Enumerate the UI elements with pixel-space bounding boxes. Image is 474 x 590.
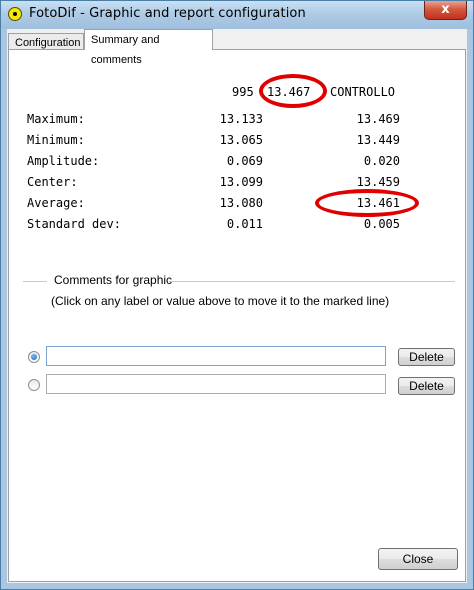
stat-value-2[interactable]: 13.459 bbox=[357, 175, 400, 189]
tab-configuration[interactable]: Configuration bbox=[8, 33, 84, 50]
comments-group-title: Comments for graphic bbox=[54, 273, 173, 287]
stat-value-1[interactable]: 13.080 bbox=[220, 196, 263, 210]
stat-label[interactable]: Amplitude: bbox=[27, 154, 99, 168]
stat-value-1[interactable]: 13.099 bbox=[220, 175, 263, 189]
comment-line-1-radio[interactable] bbox=[28, 351, 40, 363]
window-close-button[interactable]: x bbox=[424, 1, 467, 20]
stat-value-1[interactable]: 0.069 bbox=[227, 154, 263, 168]
stat-row-standard-dev: Standard dev: 0.011 0.005 bbox=[9, 217, 467, 233]
delete-line-2-button[interactable]: Delete bbox=[398, 377, 455, 395]
stat-value-2[interactable]: 13.461 bbox=[357, 196, 400, 210]
comment-line-1-input[interactable] bbox=[46, 346, 386, 366]
stat-label[interactable]: Center: bbox=[27, 175, 78, 189]
group-divider-right bbox=[169, 281, 455, 282]
title-bar[interactable]: FotoDif - Graphic and report configurati… bbox=[1, 1, 473, 29]
comments-hint: (Click on any label or value above to mo… bbox=[51, 294, 390, 308]
window-title: FotoDif - Graphic and report configurati… bbox=[29, 6, 306, 21]
group-divider-left bbox=[23, 281, 47, 282]
stat-value-1[interactable]: 13.133 bbox=[220, 112, 263, 126]
header-code[interactable]: 995 bbox=[232, 85, 254, 99]
comment-line-2-radio[interactable] bbox=[28, 379, 40, 391]
delete-line-1-button[interactable]: Delete bbox=[398, 348, 455, 366]
app-logo-icon bbox=[8, 7, 22, 21]
stat-label[interactable]: Average: bbox=[27, 196, 85, 210]
stat-value-2[interactable]: 13.449 bbox=[357, 133, 400, 147]
stat-row-amplitude: Amplitude: 0.069 0.020 bbox=[9, 154, 467, 170]
stat-row-center: Center: 13.099 13.459 bbox=[9, 175, 467, 191]
tab-summary-and-comments[interactable]: Summary and comments bbox=[84, 29, 213, 66]
summary-panel: 995 13.467 CONTROLLO Maximum: 13.133 13.… bbox=[8, 49, 466, 582]
stat-value-2[interactable]: 13.469 bbox=[357, 112, 400, 126]
close-icon: x bbox=[441, 2, 450, 17]
header-name[interactable]: CONTROLLO bbox=[330, 85, 395, 99]
dialog-window: FotoDif - Graphic and report configurati… bbox=[0, 0, 474, 590]
stat-value-1[interactable]: 0.011 bbox=[227, 217, 263, 231]
stat-row-maximum: Maximum: 13.133 13.469 bbox=[9, 112, 467, 128]
stat-row-minimum: Minimum: 13.065 13.449 bbox=[9, 133, 467, 149]
comment-line-2-input[interactable] bbox=[46, 374, 386, 394]
close-button[interactable]: Close bbox=[378, 548, 458, 570]
stat-label[interactable]: Minimum: bbox=[27, 133, 85, 147]
stat-label[interactable]: Standard dev: bbox=[27, 217, 121, 231]
stat-label[interactable]: Maximum: bbox=[27, 112, 85, 126]
stat-row-average: Average: 13.080 13.461 bbox=[9, 196, 467, 212]
stat-value-1[interactable]: 13.065 bbox=[220, 133, 263, 147]
stat-value-2[interactable]: 0.020 bbox=[364, 154, 400, 168]
dialog-client: Configuration Summary and comments 995 1… bbox=[7, 29, 467, 583]
stat-value-2[interactable]: 0.005 bbox=[364, 217, 400, 231]
header-value[interactable]: 13.467 bbox=[267, 85, 310, 99]
